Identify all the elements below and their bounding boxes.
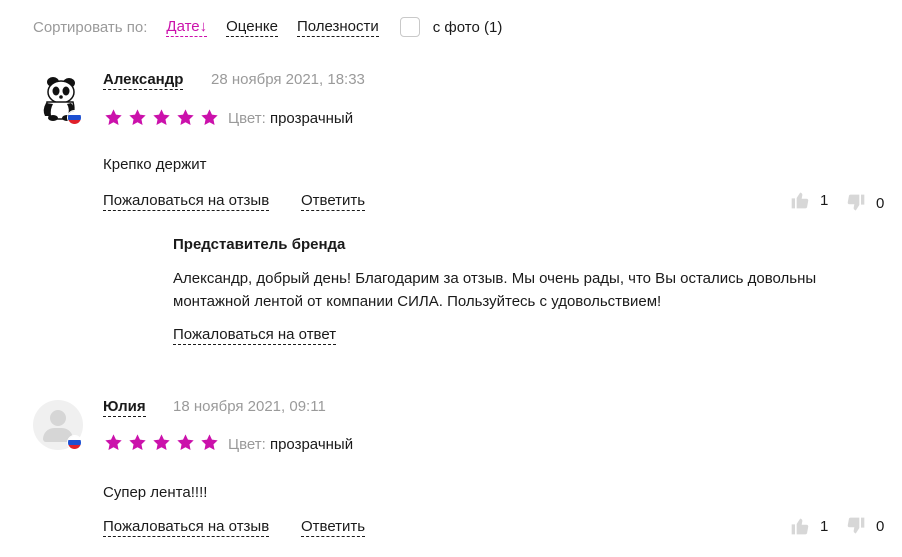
star-icon [177,109,194,126]
sort-by-usefulness[interactable]: Полезности [296,18,379,37]
brand-reply-text: Александр, добрый день! Благодарим за от… [173,267,873,313]
dislike-button[interactable]: 0 [846,193,884,213]
brand-reply-title: Представитель бренда [173,236,346,253]
reply-button[interactable]: Ответить [301,518,366,537]
review-date: 18 ноября 2021, 09:11 [173,398,326,415]
star-icon [201,434,218,451]
like-button[interactable]: 1 [790,190,828,210]
star-icon [129,109,146,126]
thumbs-down-icon [847,194,865,211]
reviews-page: Сортировать по: Дате↓ Оценке Полезности … [0,0,902,557]
color-value: прозрачный [269,436,354,453]
rating-stars [104,108,224,127]
photo-filter-label[interactable]: с фото (1) [433,19,503,36]
reply-button[interactable]: Ответить [301,192,366,211]
like-count: 1 [820,517,829,535]
like-button[interactable]: 1 [790,516,828,536]
sort-by-rating[interactable]: Оценке [226,18,278,37]
star-icon [201,109,218,126]
complain-reply-button[interactable]: Пожаловаться на ответ [173,326,337,345]
review-text: Крепко держит [103,156,207,173]
thumbs-up-icon [791,518,809,535]
sort-by-date[interactable]: Дате↓ [166,18,208,37]
star-icon [153,434,170,451]
star-icon [177,434,194,451]
star-icon [129,434,146,451]
color-value: прозрачный [269,110,354,127]
russia-flag-icon [67,435,82,450]
sort-label: Сортировать по: [33,18,148,36]
review-text: Супер лента!!!! [103,484,208,501]
color-label: Цвет: [228,110,266,127]
like-count: 1 [820,191,829,209]
dislike-count: 0 [876,194,885,212]
sort-bar: Сортировать по: Дате↓ Оценке Полезности … [33,16,502,38]
star-icon [105,109,122,126]
thumbs-up-icon [791,192,809,209]
color-label: Цвет: [228,436,266,453]
review-author[interactable]: Юлия [103,398,146,417]
rating-stars [104,433,224,452]
photo-filter-checkbox[interactable] [399,17,420,37]
dislike-button[interactable]: 0 [846,516,884,536]
star-icon [153,109,170,126]
russia-flag-icon [67,110,82,125]
review-date: 28 ноября 2021, 18:33 [211,71,365,88]
user-placeholder-icon [50,410,66,426]
review-author[interactable]: Александр [103,71,184,90]
star-icon [105,434,122,451]
color-attribute: Цвет: прозрачный [228,436,353,454]
brand-reply-line: монтажной лентой от компании СИЛА. Польз… [173,293,662,310]
complain-review-button[interactable]: Пожаловаться на отзыв [103,192,270,211]
thumbs-down-icon [847,517,865,534]
color-attribute: Цвет: прозрачный [228,110,353,128]
dislike-count: 0 [876,517,885,535]
brand-reply-line: Александр, добрый день! Благодарим за от… [173,270,817,287]
complain-review-button[interactable]: Пожаловаться на отзыв [103,518,270,537]
